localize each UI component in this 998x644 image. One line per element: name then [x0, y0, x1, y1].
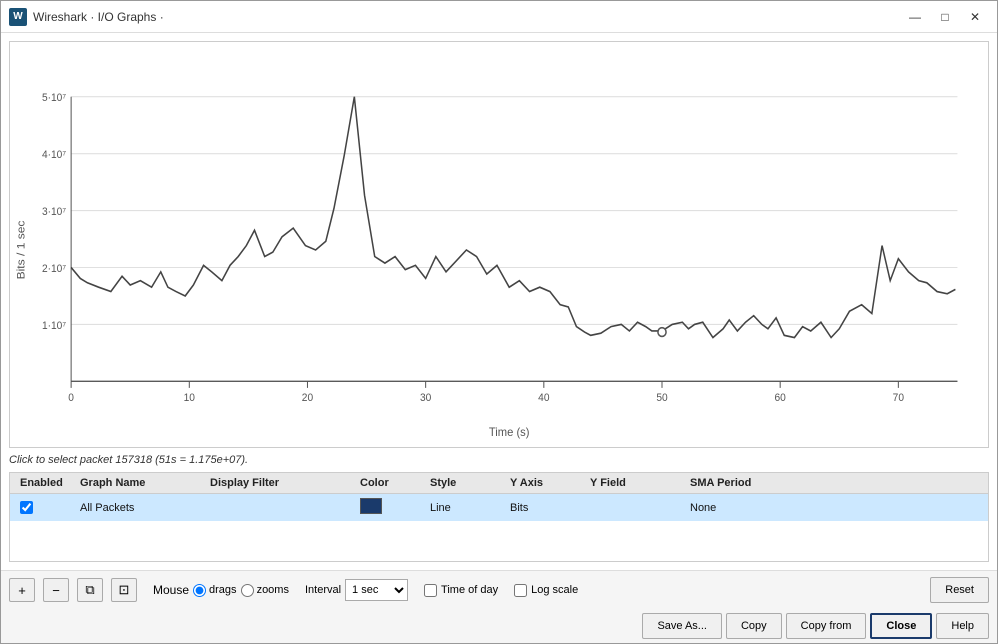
- table-row[interactable]: All Packets Line Bits None: [10, 494, 988, 521]
- col-style: Style: [426, 476, 506, 490]
- col-yfield: Y Field: [586, 476, 686, 490]
- footer-buttons: Save As... Copy Copy from Close Help: [1, 609, 997, 643]
- svg-text:10: 10: [184, 392, 195, 404]
- col-yaxis: Y Axis: [506, 476, 586, 490]
- svg-text:Time (s): Time (s): [489, 426, 530, 439]
- interval-select[interactable]: 1 sec 10 ms 100 ms 10 sec 1 min: [345, 579, 408, 601]
- time-of-day-group: Time of day: [424, 584, 498, 597]
- col-display-filter: Display Filter: [206, 476, 356, 490]
- row-enabled-checkbox[interactable]: [20, 501, 33, 514]
- svg-text:2·10⁷: 2·10⁷: [42, 263, 66, 275]
- zooms-label[interactable]: zooms: [241, 584, 289, 597]
- log-scale-checkbox[interactable]: [514, 584, 527, 597]
- footer-action-buttons: Save As... Copy Copy from Close Help: [642, 613, 989, 639]
- app-icon: W: [9, 8, 27, 26]
- time-of-day-label: Time of day: [441, 584, 498, 596]
- row-style: Line: [426, 501, 506, 515]
- row-yfield: [586, 507, 686, 509]
- mouse-label: Mouse: [153, 583, 189, 597]
- clear-graph-button[interactable]: ⊡: [111, 578, 137, 602]
- row-graph-name: All Packets: [76, 501, 206, 515]
- row-sma: None: [686, 501, 806, 515]
- window-title: Wireshark · I/O Graphs ·: [33, 10, 901, 24]
- svg-text:1·10⁷: 1·10⁷: [42, 319, 66, 331]
- reset-button[interactable]: Reset: [930, 577, 989, 603]
- title-bar: W Wireshark · I/O Graphs · — □ ✕: [1, 1, 997, 33]
- svg-text:4·10⁷: 4·10⁷: [42, 149, 66, 161]
- bottom-controls: + − ⧉ ⊡ Mouse drags zooms Interval 1 sec: [1, 570, 997, 609]
- maximize-button[interactable]: □: [931, 6, 959, 28]
- copy-from-button[interactable]: Copy from: [786, 613, 867, 639]
- main-content: Bits / 1 sec Time (s) 5·10⁷ 4·10⁷ 3·10⁷ …: [1, 33, 997, 570]
- add-graph-button[interactable]: +: [9, 578, 35, 602]
- io-graph-svg: Bits / 1 sec Time (s) 5·10⁷ 4·10⁷ 3·10⁷ …: [10, 42, 988, 447]
- help-button[interactable]: Help: [936, 613, 989, 639]
- main-window: W Wireshark · I/O Graphs · — □ ✕ Bits / …: [0, 0, 998, 644]
- close-window-button[interactable]: ✕: [961, 6, 989, 28]
- save-as-button[interactable]: Save As...: [642, 613, 722, 639]
- remove-graph-button[interactable]: −: [43, 578, 69, 602]
- status-text: Click to select packet 157318 (51s = 1.1…: [9, 454, 248, 466]
- col-graph-name: Graph Name: [76, 476, 206, 490]
- svg-text:50: 50: [656, 392, 667, 404]
- copy-button[interactable]: Copy: [726, 613, 782, 639]
- col-enabled: Enabled: [16, 476, 76, 490]
- svg-text:0: 0: [68, 392, 74, 404]
- interval-group: Interval 1 sec 10 ms 100 ms 10 sec 1 min: [305, 579, 408, 601]
- row-yaxis: Bits: [506, 501, 586, 515]
- svg-text:60: 60: [775, 392, 786, 404]
- row-color-swatch: [360, 498, 382, 514]
- graph-table: Enabled Graph Name Display Filter Color …: [9, 472, 989, 562]
- log-scale-label: Log scale: [531, 584, 578, 596]
- row-color-cell: [356, 497, 426, 518]
- copy-graph-button[interactable]: ⧉: [77, 578, 103, 602]
- table-header: Enabled Graph Name Display Filter Color …: [10, 473, 988, 494]
- chart-area[interactable]: Bits / 1 sec Time (s) 5·10⁷ 4·10⁷ 3·10⁷ …: [9, 41, 989, 448]
- svg-text:3·10⁷: 3·10⁷: [42, 206, 66, 218]
- drags-label[interactable]: drags: [193, 584, 237, 597]
- drags-radio[interactable]: [193, 584, 206, 597]
- col-sma: SMA Period: [686, 476, 806, 490]
- row-display-filter: [206, 507, 356, 509]
- svg-text:5·10⁷: 5·10⁷: [42, 92, 66, 104]
- window-controls: — □ ✕: [901, 6, 989, 28]
- log-scale-group: Log scale: [514, 584, 578, 597]
- col-color: Color: [356, 476, 426, 490]
- svg-text:Bits / 1 sec: Bits / 1 sec: [15, 220, 28, 279]
- row-enabled-cell[interactable]: [16, 500, 76, 515]
- time-of-day-checkbox[interactable]: [424, 584, 437, 597]
- svg-text:70: 70: [893, 392, 904, 404]
- zooms-radio[interactable]: [241, 584, 254, 597]
- svg-text:30: 30: [420, 392, 431, 404]
- mouse-mode-group: Mouse drags zooms: [153, 583, 289, 597]
- status-bar: Click to select packet 157318 (51s = 1.1…: [9, 452, 989, 468]
- svg-text:20: 20: [302, 392, 313, 404]
- minimize-button[interactable]: —: [901, 6, 929, 28]
- close-button[interactable]: Close: [870, 613, 932, 639]
- interval-label: Interval: [305, 584, 341, 596]
- svg-text:40: 40: [538, 392, 549, 404]
